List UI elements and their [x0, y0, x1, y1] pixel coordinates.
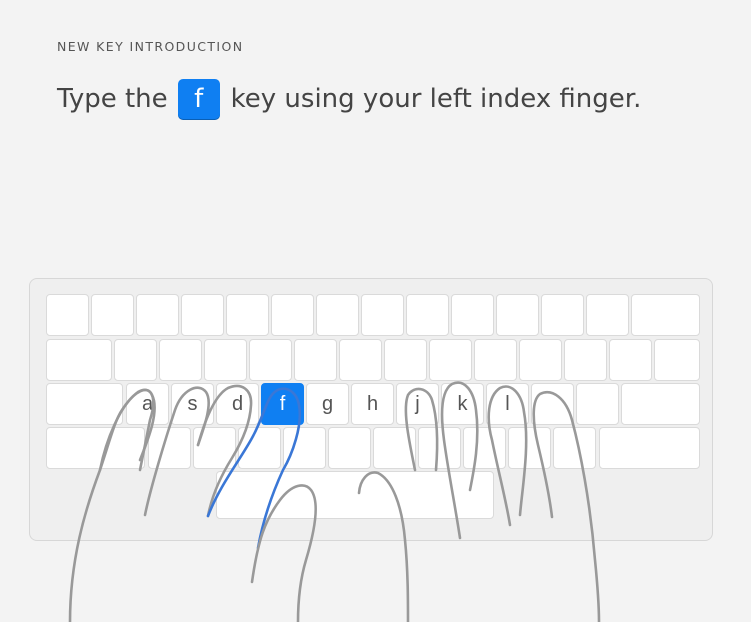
key: [508, 427, 551, 469]
key: [586, 294, 629, 336]
key: [429, 339, 472, 381]
key-l: l: [486, 383, 529, 425]
key: [418, 427, 461, 469]
key: [193, 427, 236, 469]
key: [496, 294, 539, 336]
key: [238, 427, 281, 469]
key: [204, 339, 247, 381]
key-space: [216, 471, 494, 519]
key: [609, 339, 652, 381]
key: [361, 294, 404, 336]
lesson-instruction: Type the f key using your left index fin…: [57, 79, 641, 119]
lesson-eyebrow: NEW KEY INTRODUCTION: [57, 39, 244, 54]
key: [654, 339, 700, 381]
keyboard: a s d f g h j k l: [29, 278, 713, 541]
key: [339, 339, 382, 381]
key-enter: [621, 383, 700, 425]
key: [294, 339, 337, 381]
key: [316, 294, 359, 336]
key: [91, 294, 134, 336]
key-a: a: [126, 383, 169, 425]
key: [631, 294, 700, 336]
key: [463, 427, 506, 469]
key: [564, 339, 607, 381]
instruction-prefix: Type the: [57, 84, 168, 114]
key: [159, 339, 202, 381]
key: [474, 339, 517, 381]
key: [531, 383, 574, 425]
key: [283, 427, 326, 469]
key: [384, 339, 427, 381]
key: [148, 427, 191, 469]
key: [46, 339, 112, 381]
key: [181, 294, 224, 336]
instruction-suffix: key using your left index finger.: [230, 84, 642, 114]
key: [406, 294, 449, 336]
key-s: s: [171, 383, 214, 425]
key: [249, 339, 292, 381]
key: [226, 294, 269, 336]
key-caps-lock: [46, 383, 123, 425]
key: [328, 427, 371, 469]
key: [451, 294, 494, 336]
key: [46, 294, 89, 336]
key-left-shift: [46, 427, 145, 469]
target-key-chip: f: [177, 79, 220, 119]
key-g: g: [306, 383, 349, 425]
key-h: h: [351, 383, 394, 425]
key: [553, 427, 596, 469]
key: [271, 294, 314, 336]
key: [519, 339, 562, 381]
key-j: j: [396, 383, 439, 425]
key: [576, 383, 619, 425]
key-right-shift: [599, 427, 700, 469]
key-k: k: [441, 383, 484, 425]
key-f: f: [261, 383, 304, 425]
key: [136, 294, 179, 336]
key: [373, 427, 416, 469]
key: [541, 294, 584, 336]
key: [114, 339, 157, 381]
key-d: d: [216, 383, 259, 425]
